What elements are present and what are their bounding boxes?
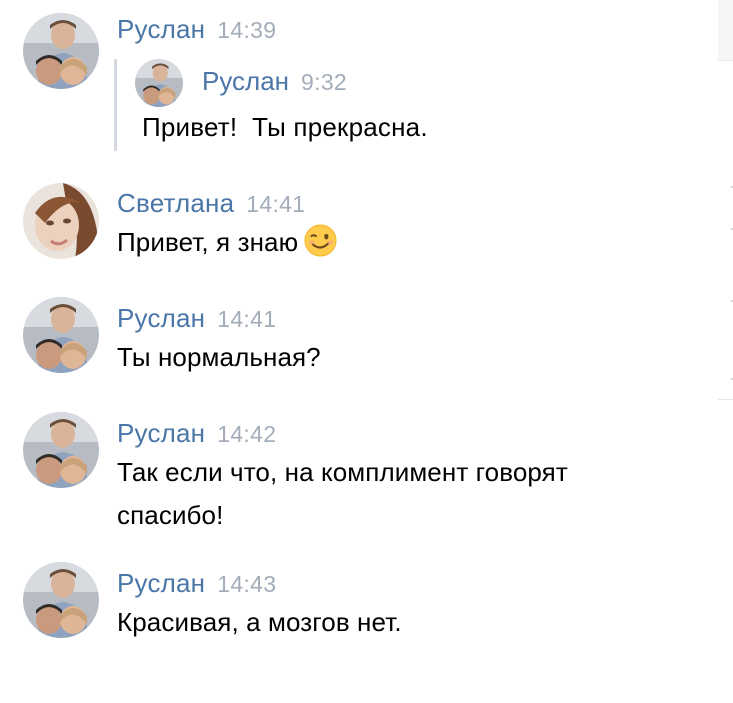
author-name[interactable]: Руслан (117, 418, 205, 448)
message: Руслан 14:42 Так если что, на комплимент … (0, 412, 710, 542)
message-time: 14:43 (217, 571, 277, 597)
message-text-content: Привет, я знаю (117, 227, 299, 257)
ruslan-avatar[interactable] (23, 13, 99, 89)
message-text: Так если что, на комплимент говорят спас… (117, 451, 677, 537)
ruslan-avatar[interactable] (23, 297, 99, 373)
message-text: Привет, я знаю (117, 221, 677, 264)
author-name[interactable]: Руслан (117, 568, 205, 598)
message-time: 14:41 (246, 191, 306, 217)
quoted-time: 9:32 (301, 69, 348, 95)
message-text: Ты нормальная? (117, 342, 321, 372)
message-text: Красивая, а мозгов нет. (117, 607, 402, 637)
message: Руслан 14:43 Красивая, а мозгов нет. (0, 562, 710, 652)
message-time: 14:41 (217, 306, 277, 332)
message-author[interactable]: Руслан 14:41 (117, 303, 276, 334)
right-panel-edge (717, 0, 733, 703)
message-time: 14:42 (217, 421, 277, 447)
svetlana-avatar[interactable] (23, 183, 99, 259)
message-author[interactable]: Руслан 14:43 (117, 568, 276, 599)
quoted-author[interactable]: Руслан 9:32 (202, 66, 347, 97)
message-author[interactable]: Светлана 14:41 (117, 188, 305, 219)
message: Руслан 14:41 Ты нормальная? (0, 297, 710, 387)
ruslan-avatar[interactable] (23, 562, 99, 638)
message-text-line: спасибо! (117, 500, 224, 530)
message-author[interactable]: Руслан 14:42 (117, 418, 276, 449)
message-time: 14:39 (217, 17, 277, 43)
author-name[interactable]: Руслан (117, 303, 205, 333)
message-author[interactable]: Руслан 14:39 (117, 14, 276, 45)
right-panel-divider (718, 399, 733, 400)
winking-face-emoji (304, 224, 337, 257)
author-name[interactable]: Светлана (117, 188, 234, 218)
quoted-text: Привет! Ты прекрасна. (142, 112, 428, 142)
author-name[interactable]: Руслан (117, 14, 205, 44)
ruslan-avatar[interactable] (135, 59, 183, 107)
right-panel-header (718, 0, 733, 61)
message: Руслан 14:39 Руслан 9:32 Привет! Ты прекра… (0, 0, 710, 160)
forwarded-message[interactable]: Руслан 9:32 Привет! Ты прекрасна. (114, 59, 677, 151)
quoted-author-name[interactable]: Руслан (202, 66, 289, 96)
message-text-line: Так если что, на комплимент говорят (117, 457, 568, 487)
message: Светлана 14:41 Привет, я знаю (0, 183, 710, 273)
ruslan-avatar[interactable] (23, 412, 99, 488)
